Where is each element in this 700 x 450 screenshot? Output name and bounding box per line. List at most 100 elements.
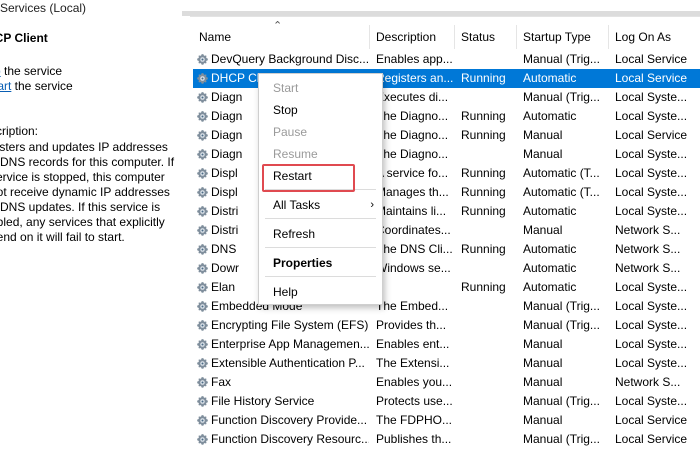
gear-icon: [197, 244, 208, 255]
service-log-on-as: Local Syste...: [615, 90, 688, 104]
service-description: Protects use...: [376, 394, 453, 408]
gear-icon: [197, 263, 208, 274]
service-log-on-as: Local Syste...: [615, 185, 688, 199]
service-startup-type: Manual: [523, 128, 563, 142]
service-startup-type: Automatic: [523, 204, 577, 218]
window-title: Services (Local): [0, 1, 87, 15]
column-header-log-on-as[interactable]: Log On As: [609, 25, 700, 49]
service-status: Running: [461, 128, 506, 142]
column-header-name[interactable]: Name: [193, 25, 370, 49]
service-status: Running: [461, 166, 506, 180]
restart-service-action: tart the service: [0, 79, 73, 93]
service-description: The FDPHO...: [376, 413, 453, 427]
service-row[interactable]: Enterprise App Managemen... Enables ent..…: [193, 335, 700, 354]
service-startup-type: Automatic: [523, 280, 577, 294]
gear-icon: [197, 358, 208, 369]
service-log-on-as: Local Service: [615, 52, 688, 66]
service-row[interactable]: Encrypting File System (EFS) Provides th.…: [193, 316, 700, 335]
gear-icon: [197, 339, 208, 350]
service-name: Enterprise App Managemen...: [211, 337, 369, 351]
service-row[interactable]: Fax Enables you... Manual Network S...: [193, 373, 700, 392]
service-status: Running: [461, 185, 506, 199]
service-status: Running: [461, 71, 506, 85]
stop-service-action: p the service: [0, 64, 62, 78]
service-row[interactable]: Extensible Authentication P... The Extens…: [193, 354, 700, 373]
service-startup-type: Manual (Trig...: [523, 90, 600, 104]
window-titlebar: Services (Local): [0, 0, 700, 17]
service-name: Extensible Authentication P...: [211, 356, 365, 370]
column-header-status[interactable]: Status: [455, 25, 517, 49]
service-row[interactable]: DevQuery Background Disc... Enables app..…: [193, 50, 700, 69]
menu-item-resume[interactable]: Resume: [259, 144, 382, 164]
gear-icon: [197, 301, 208, 312]
gear-icon: [197, 377, 208, 388]
gear-icon: [197, 130, 208, 141]
menu-item-all-tasks[interactable]: All Tasks ›: [259, 195, 382, 215]
service-log-on-as: Network S...: [615, 261, 681, 275]
service-log-on-as: Local Service: [615, 128, 688, 142]
service-log-on-as: Local Syste...: [615, 394, 688, 408]
list-header: ⌃ Name Description Status Startup Type L…: [193, 20, 700, 49]
column-header-startup-type[interactable]: Startup Type: [517, 25, 609, 49]
restart-service-text: the service: [11, 79, 73, 93]
service-status: [461, 335, 517, 354]
service-description: Publishes th...: [376, 432, 452, 446]
service-status: [461, 297, 517, 316]
menu-item-start[interactable]: Start: [259, 78, 382, 98]
service-description: The Diagno...: [376, 109, 449, 123]
service-log-on-as: Local Syste...: [615, 204, 688, 218]
service-log-on-as: Local Syste...: [615, 318, 688, 332]
service-status: Running: [461, 280, 506, 294]
service-startup-type: Manual: [523, 337, 563, 351]
service-status: [461, 430, 517, 449]
service-name: Fax: [211, 375, 232, 389]
service-name: File History Service: [211, 394, 315, 408]
service-status: [461, 221, 517, 240]
gear-icon: [197, 320, 208, 331]
service-startup-type: Automatic: [523, 242, 577, 256]
submenu-chevron-icon: ›: [370, 199, 374, 211]
selected-service-title: HCP Client: [0, 31, 48, 45]
menu-item-help[interactable]: Help: [259, 282, 382, 302]
service-description: The Diagno...: [376, 147, 449, 161]
service-description: The Diagno...: [376, 128, 449, 142]
service-row[interactable]: Function Discovery Provide... The FDPHO..…: [193, 411, 700, 430]
service-log-on-as: Local Syste...: [615, 280, 688, 294]
service-name: Function Discovery Provide...: [211, 413, 368, 427]
service-status: [461, 392, 517, 411]
restart-highlight-annotation: [262, 164, 355, 192]
service-name: Encrypting File System (EFS): [211, 318, 369, 332]
description-text: gisters and updates IP addresses d DNS r…: [0, 140, 175, 244]
service-log-on-as: Network S...: [615, 242, 681, 256]
service-row[interactable]: File History Service Protects use... Manua…: [193, 392, 700, 411]
service-startup-type: Manual: [523, 356, 563, 370]
column-header-description[interactable]: Description: [370, 25, 455, 49]
service-log-on-as: Network S...: [615, 375, 681, 389]
service-row[interactable]: Function Discovery Resourc... Publishes t…: [193, 430, 700, 449]
service-description: Registers an...: [376, 71, 454, 85]
service-status: [461, 354, 517, 373]
gear-icon: [197, 282, 208, 293]
menu-item-properties[interactable]: Properties: [259, 253, 382, 273]
restart-service-link[interactable]: tart: [0, 79, 11, 93]
gear-icon: [197, 73, 208, 84]
menu-item-refresh[interactable]: Refresh: [259, 224, 382, 244]
gear-icon: [197, 187, 208, 198]
service-startup-type: Manual: [523, 223, 563, 237]
service-status: Running: [461, 109, 506, 123]
service-startup-type: Manual (Trig...: [523, 318, 600, 332]
service-status: [461, 259, 517, 278]
service-description: Enables you...: [376, 375, 453, 389]
menu-item-all-tasks-label: All Tasks: [273, 198, 321, 212]
gear-icon: [197, 415, 208, 426]
service-startup-type: Automatic (T...: [523, 185, 600, 199]
menu-item-stop[interactable]: Stop: [259, 100, 382, 120]
service-log-on-as: Network S...: [615, 223, 681, 237]
service-log-on-as: Local Syste...: [615, 166, 688, 180]
gear-icon: [197, 149, 208, 160]
service-status: [461, 411, 517, 430]
service-log-on-as: Local Syste...: [615, 109, 688, 123]
service-startup-type: Manual (Trig...: [523, 299, 600, 313]
gear-icon: [197, 168, 208, 179]
menu-item-pause[interactable]: Pause: [259, 122, 382, 142]
